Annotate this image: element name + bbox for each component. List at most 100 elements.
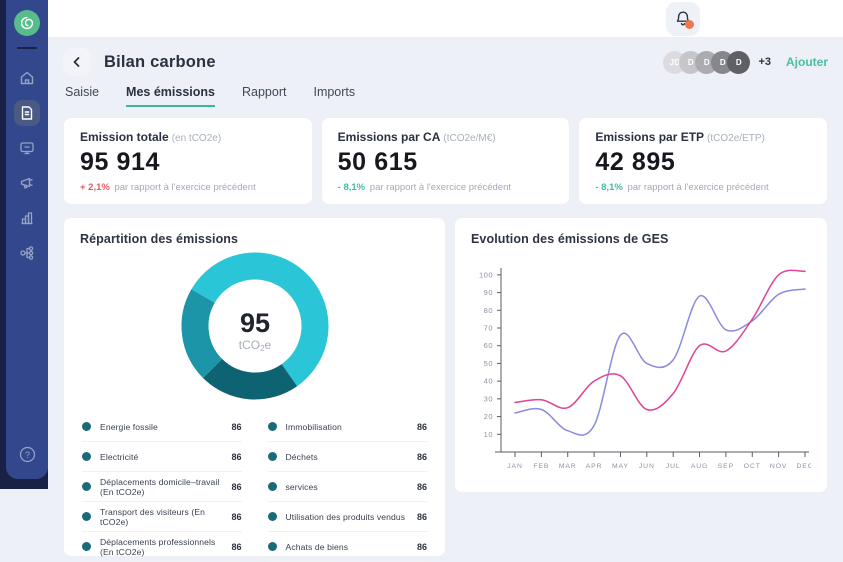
notification-badge [685, 20, 694, 29]
legend-value: 86 [417, 482, 427, 492]
legend-dot-icon [268, 542, 277, 551]
stat-card: Emissions par ETP(tCO2e/ETP)42 895- 8,1%… [578, 117, 828, 205]
donut-center-value: 95 [239, 308, 269, 338]
chevron-left-icon [71, 56, 83, 68]
emissions-breakdown-card: Répartition des émissions 95tCO2e Energi… [63, 217, 446, 557]
line-chart-title: Evolution des émissions de GES [471, 232, 811, 246]
network-icon [19, 245, 35, 261]
legend-value: 86 [417, 542, 427, 552]
legend-item: Déchets86 [268, 442, 428, 472]
legend-value: 86 [231, 422, 241, 432]
add-member-link[interactable]: Ajouter [786, 55, 828, 69]
x-tick-label: JUN [639, 463, 655, 470]
legend-item: Achats de biens86 [268, 532, 428, 562]
line-chart-svg: 102030405060708090100JANFEBMARAPRMAYJUNJ… [471, 254, 811, 480]
x-tick-label: FEB [533, 463, 549, 470]
help-icon: ? [19, 446, 36, 463]
stat-title: Emission totale(en tCO2e) [80, 130, 296, 144]
stat-unit: (tCO2e/M€) [443, 133, 495, 144]
x-tick-label: AUG [691, 463, 708, 470]
stat-delta: + 2,1% par rapport à l'exercice précéden… [80, 182, 296, 193]
stat-cards-row: Emission totale(en tCO2e) 95 914 + 2,1% pa… [63, 117, 828, 205]
legend-value: 86 [417, 452, 427, 462]
avatar[interactable]: D [727, 51, 750, 74]
home-icon [19, 70, 35, 86]
tab-mes-missions[interactable]: Mes émissions [126, 85, 215, 107]
y-tick-label: 10 [484, 430, 493, 439]
avatar-overflow-count: +3 [758, 56, 771, 68]
x-tick-label: APR [586, 463, 603, 470]
y-tick-label: 80 [484, 306, 493, 315]
tab-imports[interactable]: Imports [313, 85, 355, 107]
legend-dot-icon [82, 512, 91, 521]
stat-delta: - 8,1% par rapport à l'exercice précéden… [595, 182, 811, 193]
legend-dot-icon [268, 512, 277, 521]
legend-label: Déchets [277, 452, 417, 462]
y-tick-label: 30 [484, 394, 493, 403]
page-title: Bilan carbone [104, 53, 216, 72]
legend-label: Déplacements domicile–travail (En tCO2e) [91, 477, 231, 497]
legend-value: 86 [231, 452, 241, 462]
stat-unit: (tCO2e/ETP) [707, 133, 765, 144]
x-tick-label: JUL [666, 463, 681, 470]
sidebar-item-analytics[interactable] [14, 205, 40, 231]
spiral-leaf-logo [13, 9, 41, 37]
x-tick-label: OCT [744, 463, 761, 470]
donut-segment-2 [194, 296, 212, 368]
line-series-serie-rose [515, 270, 805, 410]
stat-value: 42 895 [595, 148, 811, 177]
sidebar-item-organisation[interactable] [14, 240, 40, 266]
stat-delta: - 8,1% par rapport à l'exercice précéden… [338, 182, 554, 193]
legend-dot-icon [82, 452, 91, 461]
legend-value: 86 [231, 482, 241, 492]
topbar [48, 0, 843, 38]
stat-card: Emission totale(en tCO2e) 95 914 + 2,1% pa… [63, 117, 313, 205]
legend-dot-icon [268, 422, 277, 431]
megaphone-icon [19, 175, 35, 191]
y-tick-label: 90 [484, 288, 493, 297]
sidebar: ? [6, 0, 48, 479]
x-tick-label: MAY [612, 463, 629, 470]
bar-chart-icon [19, 210, 35, 226]
back-button[interactable] [63, 48, 91, 76]
svg-text:?: ? [24, 450, 29, 460]
y-tick-label: 40 [484, 377, 493, 386]
bell-icon [674, 10, 692, 28]
stat-card: Emissions par CA(tCO2e/M€) 50 615 - 8,1% p… [321, 117, 571, 205]
sidebar-item-help[interactable]: ? [14, 441, 40, 467]
donut-segment-1 [212, 368, 289, 386]
stat-title: Emissions par CA(tCO2e/M€) [338, 130, 554, 144]
legend-column: Immobilisation86Déchets86services86Utili… [268, 412, 428, 562]
y-tick-label: 70 [484, 324, 493, 333]
sidebar-item-screen[interactable] [14, 135, 40, 161]
legend-value: 86 [417, 422, 427, 432]
notifications-button[interactable] [666, 2, 700, 36]
x-tick-label: MAR [559, 463, 577, 470]
x-tick-label: NOV [770, 463, 787, 470]
y-tick-label: 100 [479, 270, 493, 279]
x-tick-label: JAN [507, 463, 523, 470]
sidebar-item-documents[interactable] [14, 100, 40, 126]
stat-value: 50 615 [338, 148, 554, 177]
sidebar-item-home[interactable] [14, 65, 40, 91]
document-icon [19, 105, 35, 121]
tab-rapport[interactable]: Rapport [242, 85, 286, 107]
donut-svg: 95tCO2e [171, 248, 339, 406]
tab-saisie[interactable]: Saisie [65, 85, 99, 107]
legend-dot-icon [268, 482, 277, 491]
legend-label: Transport des visiteurs (En tCO2e) [91, 507, 231, 527]
sidebar-item-announcements[interactable] [14, 170, 40, 196]
legend-item: Transport des visiteurs (En tCO2e)86 [82, 502, 242, 532]
x-tick-label: SEP [718, 463, 734, 470]
donut-chart-title: Répartition des émissions [80, 232, 429, 246]
avatar-group: JDDDDD [663, 51, 750, 74]
stat-value: 95 914 [80, 148, 296, 177]
page-header: Bilan carbone JDDDDD +3 Ajouter [63, 46, 828, 78]
donut-legend: Energie fossile86Electricité86Déplacemen… [80, 412, 429, 562]
charts-row: Répartition des émissions 95tCO2e Energi… [63, 217, 828, 557]
app-window: ? Bilan carbone JDDDDD +3 [0, 0, 843, 489]
legend-item: Energie fossile86 [82, 412, 242, 442]
donut-center-unit: tCO2e [238, 338, 271, 353]
legend-item: Déplacements domicile–travail (En tCO2e)… [82, 472, 242, 502]
app-logo [13, 9, 41, 37]
